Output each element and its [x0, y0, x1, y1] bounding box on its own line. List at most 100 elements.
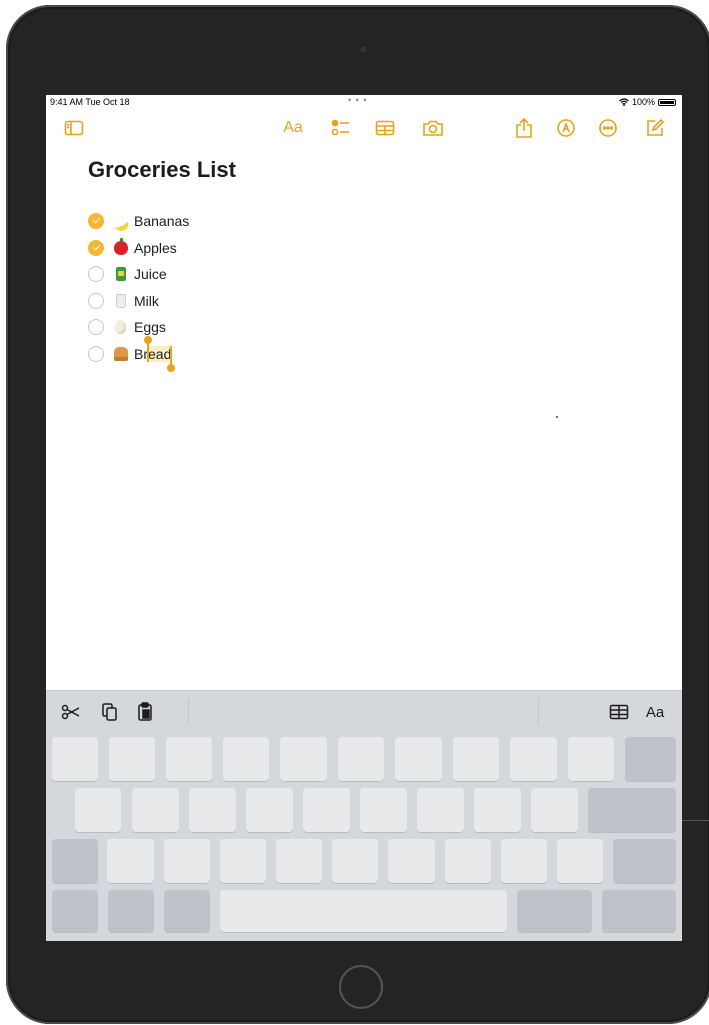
item-label: Milk [134, 292, 159, 309]
hide-keyboard-key[interactable] [602, 890, 676, 932]
space-key[interactable] [220, 890, 507, 932]
list-item[interactable]: Eggs [88, 314, 189, 341]
list-item[interactable]: Br ead [88, 335, 189, 372]
delete-key[interactable] [625, 737, 676, 781]
key[interactable] [360, 788, 407, 832]
checked-circle-icon[interactable] [88, 213, 104, 230]
text-selection[interactable]: ead [144, 335, 176, 372]
key[interactable] [474, 788, 521, 832]
key[interactable] [132, 788, 179, 832]
paste-icon[interactable] [134, 701, 156, 723]
key[interactable] [164, 839, 210, 883]
unchecked-circle-icon[interactable] [88, 345, 104, 362]
divider [188, 697, 189, 725]
globe-key[interactable] [108, 890, 154, 932]
unchecked-circle-icon[interactable] [88, 319, 104, 336]
key[interactable] [220, 839, 266, 883]
key[interactable] [166, 737, 212, 781]
numbers-key[interactable] [517, 890, 592, 932]
battery-percent: 100% [631, 97, 655, 107]
apple-emoji-icon [114, 237, 128, 255]
unchecked-circle-icon[interactable] [88, 266, 104, 283]
item-label: Apples [134, 239, 177, 256]
list-item[interactable]: Milk [88, 288, 189, 315]
unchecked-circle-icon[interactable] [88, 292, 104, 309]
status-right: 100% [619, 97, 676, 107]
battery-icon [658, 98, 676, 106]
shift-key[interactable] [613, 839, 676, 883]
key[interactable] [280, 737, 327, 781]
markup-icon[interactable] [555, 117, 577, 139]
key[interactable] [223, 737, 269, 781]
cut-icon[interactable] [60, 701, 82, 723]
key[interactable] [52, 737, 98, 781]
dictation-key[interactable] [164, 890, 210, 932]
key[interactable] [189, 788, 236, 832]
keyboard-shortcut-bar: Aa [46, 690, 682, 732]
juice-emoji-icon [116, 267, 126, 282]
key[interactable] [531, 788, 578, 832]
key[interactable] [303, 788, 350, 832]
wifi-icon [619, 98, 629, 106]
table-icon[interactable] [607, 701, 631, 723]
screen: 9:41 AM Tue Oct 18 • • • 100% Aa Groceri… [46, 95, 682, 941]
table-icon[interactable] [373, 117, 397, 139]
key[interactable] [510, 737, 557, 781]
return-key[interactable] [588, 788, 676, 832]
format-button[interactable]: Aa [642, 701, 668, 723]
format-label: Aa [645, 703, 665, 721]
checklist: Bananas Apples Juice Milk Eggs Br ead [88, 208, 189, 372]
item-label-unselected: Br [134, 345, 148, 362]
checklist-icon[interactable] [329, 117, 353, 139]
front-camera [359, 45, 368, 54]
selection-start-handle[interactable] [144, 335, 152, 362]
format-button[interactable]: Aa [280, 117, 306, 139]
list-item[interactable]: Juice [88, 261, 189, 288]
key[interactable] [75, 788, 121, 832]
share-icon[interactable] [513, 117, 535, 139]
key[interactable] [276, 839, 322, 883]
multitasking-dots[interactable]: • • • [348, 95, 367, 105]
key[interactable] [395, 737, 442, 781]
milk-emoji-icon [116, 293, 126, 308]
status-bar: 9:41 AM Tue Oct 18 • • • 100% [46, 95, 682, 109]
key[interactable] [501, 839, 547, 883]
egg-emoji-icon [115, 320, 126, 335]
more-icon[interactable] [597, 117, 619, 139]
selection-end-handle[interactable] [167, 345, 176, 372]
list-item[interactable]: Bananas [88, 208, 189, 235]
key[interactable] [453, 737, 499, 781]
key[interactable] [332, 839, 378, 883]
numbers-key[interactable] [52, 890, 98, 932]
key[interactable] [388, 839, 435, 883]
key[interactable] [107, 839, 154, 883]
key[interactable] [568, 737, 614, 781]
camera-icon[interactable] [421, 117, 445, 139]
list-item[interactable]: Apples [88, 235, 189, 262]
keyboard [46, 732, 682, 941]
key[interactable] [109, 737, 155, 781]
item-label: Bananas [134, 213, 190, 230]
checked-circle-icon[interactable] [88, 239, 104, 256]
key[interactable] [557, 839, 603, 883]
note-title[interactable]: Groceries List [88, 157, 236, 183]
divider [538, 697, 539, 725]
home-button[interactable] [339, 965, 383, 1009]
status-time: 9:41 AM Tue Oct 18 [50, 97, 130, 107]
sidebar-icon[interactable] [63, 117, 85, 139]
compose-icon[interactable] [644, 117, 666, 139]
key[interactable] [246, 788, 293, 832]
item-label: Eggs [134, 319, 166, 336]
selected-text: ead [148, 345, 172, 362]
format-label: Aa [283, 119, 303, 136]
key[interactable] [417, 788, 464, 832]
bread-emoji-icon [114, 346, 128, 361]
key[interactable] [445, 839, 491, 883]
shift-key[interactable] [52, 839, 98, 883]
callout-line [682, 820, 709, 821]
banana-emoji-icon [114, 214, 128, 228]
item-label: Juice [134, 266, 167, 283]
key[interactable] [338, 737, 384, 781]
copy-icon[interactable] [99, 701, 121, 723]
cursor-dot [556, 416, 558, 418]
